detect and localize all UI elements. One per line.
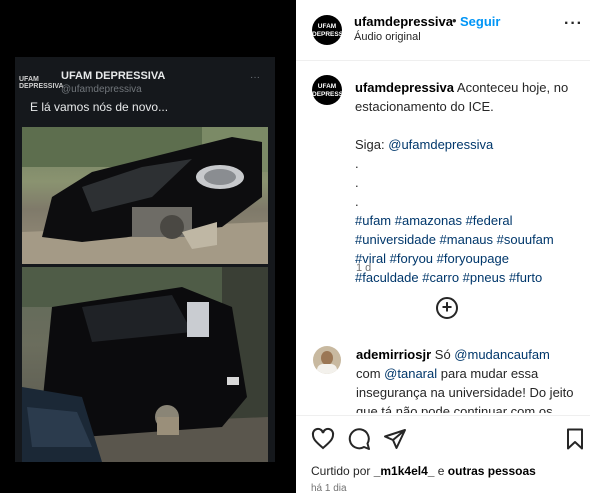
caption-dot: . xyxy=(355,194,359,209)
tweet-text: E lá vamos nós de novo... xyxy=(30,100,169,114)
post-sidebar: UFAM DEPRESSIVA ufamdepressiva • Seguir … xyxy=(296,0,590,493)
siga-mention-link[interactable]: @ufamdepressiva xyxy=(388,137,493,152)
liker-username[interactable]: _m1k4el4_ xyxy=(374,464,435,478)
caption-username[interactable]: ufamdepressiva xyxy=(355,80,454,95)
siga-label: Siga: xyxy=(355,137,389,152)
comment-icon[interactable] xyxy=(347,427,371,451)
other-likers-link[interactable]: outras pessoas xyxy=(448,464,536,478)
comment-mention-link[interactable]: @mudancaufam xyxy=(454,347,550,362)
comment-text-prefix: Só xyxy=(434,347,455,362)
heart-icon[interactable] xyxy=(311,427,335,451)
car-photo-top xyxy=(22,127,268,264)
caption-hashtags[interactable]: #ufam #amazonas #federal #universidade #… xyxy=(355,211,575,287)
bookmark-icon[interactable] xyxy=(563,427,587,451)
car-photo-bottom xyxy=(22,267,268,462)
post-media[interactable]: UFAM DEPRESSIVA UFAM DEPRESSIVA @ufamdep… xyxy=(0,0,296,493)
comment-text-mid: com xyxy=(356,366,385,381)
caption-dot: . xyxy=(355,175,359,190)
caption-timestamp: 1 d xyxy=(356,262,372,274)
comment: ademirriosjr Só @mudancaufam com @tanara… xyxy=(356,345,578,413)
likes-and: e xyxy=(434,464,448,478)
share-icon[interactable] xyxy=(383,427,407,451)
likes-summary: Curtido por _m1k4el4_ e outras pessoas xyxy=(311,464,536,478)
tweet-avatar-logo: UFAM DEPRESSIVA xyxy=(19,76,64,90)
comment-mention-link[interactable]: @tanaral xyxy=(384,366,437,381)
caption-dot: . xyxy=(355,156,359,171)
actions-divider xyxy=(296,415,590,416)
post-date: há 1 dia xyxy=(311,483,347,493)
likes-prefix: Curtido por xyxy=(311,464,374,478)
caption-avatar[interactable]: UFAM DEPRESSIVA xyxy=(312,75,353,105)
load-more-comments-icon[interactable]: + xyxy=(436,297,458,319)
commenter-avatar[interactable] xyxy=(313,346,341,374)
comments-scroll-area[interactable]: UFAM DEPRESSIVA ufamdepressiva Aconteceu… xyxy=(296,0,590,413)
tweet-author-name: UFAM DEPRESSIVA xyxy=(61,70,166,82)
comment-username[interactable]: ademirriosjr xyxy=(356,347,431,362)
tweet-more-icon: ··· xyxy=(250,72,260,83)
tweet-author-handle: @ufamdepressiva xyxy=(61,84,142,95)
caption: ufamdepressiva Aconteceu hoje, no estaci… xyxy=(355,78,575,287)
